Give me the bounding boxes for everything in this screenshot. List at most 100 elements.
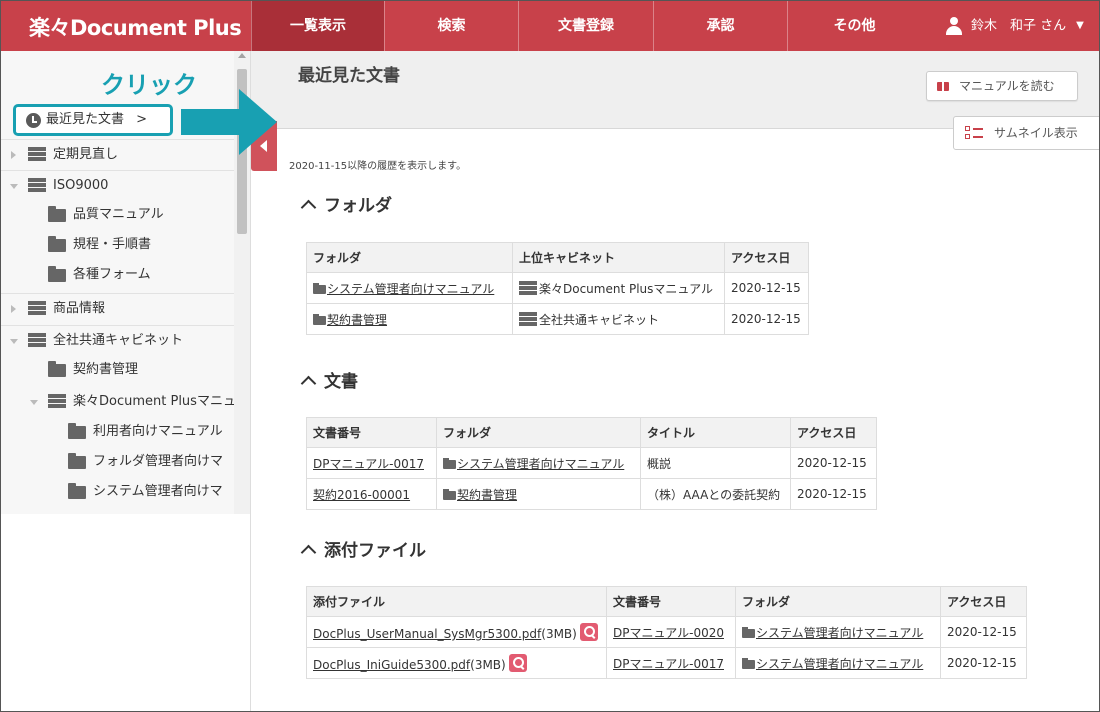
- tree-item-product-info[interactable]: 商品情報: [1, 293, 234, 323]
- folder-icon: [68, 483, 86, 499]
- folder-icon: [742, 657, 755, 669]
- folder-link[interactable]: 契約書管理: [327, 313, 387, 327]
- thumbnail-list-icon: [965, 126, 983, 141]
- tree-item-quality-manual[interactable]: 品質マニュアル: [1, 200, 234, 230]
- tab-register-document[interactable]: 文書登録: [518, 1, 653, 51]
- expand-arrow-icon[interactable]: [11, 151, 16, 159]
- column-header[interactable]: 文書番号: [306, 417, 437, 448]
- folder-link[interactable]: システム管理者向けマニュアル: [327, 282, 494, 296]
- folder-icon: [313, 313, 326, 325]
- access-date: 2020-12-15: [940, 616, 1027, 648]
- folder-link[interactable]: システム管理者向けマニュアル: [457, 457, 624, 471]
- tree-item-label: 利用者向けマニュアル: [93, 424, 223, 439]
- annotation-arrow-icon: [181, 89, 277, 155]
- column-header[interactable]: アクセス日: [790, 417, 877, 448]
- tree-item-label: 契約書管理: [73, 362, 139, 377]
- tree-item-label: システム管理者向けマ: [93, 484, 223, 499]
- document-number-link[interactable]: DPマニュアル-0017: [613, 657, 724, 671]
- table-row: DocPlus_IniGuide5300.pdf(3MB) DPマニュアル-00…: [306, 647, 1027, 679]
- document-number-link[interactable]: DPマニュアル-0020: [613, 626, 724, 640]
- parent-cabinet: 楽々Document Plusマニュアル: [539, 281, 714, 296]
- tree-item-forms[interactable]: 各種フォーム: [1, 260, 234, 290]
- recent-documents-button[interactable]: 最近見た文書 >: [13, 104, 173, 136]
- tree-item-system-admin-manual[interactable]: システム管理者向けマ: [1, 477, 234, 507]
- scroll-up-arrow-icon[interactable]: [238, 53, 246, 58]
- column-header[interactable]: フォルダ: [735, 586, 941, 617]
- cabinet-icon: [48, 394, 66, 409]
- column-header[interactable]: フォルダ: [306, 242, 513, 273]
- collapse-arrow-icon[interactable]: [10, 339, 18, 344]
- blank-panel: [907, 401, 1055, 514]
- user-icon: [945, 17, 963, 35]
- collapse-arrow-icon[interactable]: [10, 184, 18, 189]
- table-row: システム管理者向けマニュアル 楽々Document Plusマニュアル 2020…: [306, 272, 809, 304]
- documents-heading: 文書: [324, 372, 358, 392]
- column-header[interactable]: フォルダ: [436, 417, 641, 448]
- file-size: (3MB): [470, 658, 506, 672]
- folder-link[interactable]: システム管理者向けマニュアル: [756, 657, 923, 671]
- column-header[interactable]: 添付ファイル: [306, 586, 607, 617]
- tab-search[interactable]: 検索: [384, 1, 518, 51]
- column-header[interactable]: アクセス日: [940, 586, 1027, 617]
- folders-section-header[interactable]: フォルダ: [299, 191, 392, 216]
- tree-item-label: フォルダ管理者向けマ: [93, 454, 224, 469]
- tree-item-label: 各種フォーム: [73, 267, 151, 282]
- attachments-section-header[interactable]: 添付ファイル: [299, 536, 426, 561]
- table-row: 契約書管理 全社共通キャビネット 2020-12-15: [306, 303, 809, 335]
- tree-item-folder-admin-manual[interactable]: フォルダ管理者向けマ: [1, 447, 234, 477]
- documents-section-header[interactable]: 文書: [299, 367, 358, 392]
- app-logo[interactable]: 楽々Document Plus: [29, 12, 242, 42]
- tree-item-iso9000[interactable]: ISO9000: [1, 170, 234, 200]
- document-number-link[interactable]: 契約2016-00001: [313, 488, 410, 502]
- folder-icon: [48, 361, 66, 377]
- parent-cabinet: 全社共通キャビネット: [539, 312, 660, 327]
- column-header[interactable]: タイトル: [640, 417, 791, 448]
- tree-item-label: 定期見直し: [53, 147, 119, 162]
- tree-item-rules-procedures[interactable]: 規程・手順書: [1, 230, 234, 260]
- preview-zoom-icon[interactable]: [508, 654, 527, 672]
- top-navigation-bar: 楽々Document Plus 一覧表示 検索 文書登録 承認 その他 鈴木 和…: [1, 1, 1099, 51]
- documents-table: 文書番号 フォルダ タイトル アクセス日 DPマニュアル-0017 システム管理…: [306, 417, 877, 510]
- expand-arrow-icon[interactable]: [11, 305, 16, 313]
- attachment-link[interactable]: DocPlus_UserManual_SysMgr5300.pdf: [313, 627, 541, 641]
- tab-other[interactable]: その他: [787, 1, 921, 51]
- access-date: 2020-12-15: [724, 303, 809, 335]
- history-note: 2020-11-15以降の履歴を表示します。: [289, 161, 467, 172]
- folders-heading: フォルダ: [324, 196, 392, 216]
- chevron-up-icon: [300, 544, 317, 561]
- folder-icon: [742, 626, 755, 638]
- tree-item-contract-management[interactable]: 契約書管理: [1, 355, 234, 385]
- tree-item-company-cabinet[interactable]: 全社共通キャビネット: [1, 325, 234, 355]
- tree-item-docplus-manual[interactable]: 楽々Document Plusマニュ: [1, 387, 234, 417]
- cabinet-icon: [28, 301, 46, 316]
- attachment-link[interactable]: DocPlus_IniGuide5300.pdf: [313, 658, 470, 672]
- file-size: (3MB): [541, 627, 577, 641]
- read-manual-button[interactable]: マニュアルを読む: [926, 71, 1078, 101]
- column-header[interactable]: アクセス日: [724, 242, 809, 273]
- chevron-up-icon: [300, 199, 317, 216]
- column-header[interactable]: 文書番号: [606, 586, 736, 617]
- book-icon: [937, 82, 949, 91]
- thumbnail-view-button[interactable]: サムネイル表示: [953, 116, 1099, 150]
- user-name: 鈴木 和子 さん: [971, 18, 1067, 34]
- document-title: （株）AAAとの委託契約: [640, 478, 791, 510]
- access-date: 2020-12-15: [790, 447, 877, 479]
- tree-item-label: 商品情報: [53, 301, 106, 316]
- user-menu[interactable]: 鈴木 和子 さん ▼: [945, 1, 1084, 51]
- document-number-link[interactable]: DPマニュアル-0017: [313, 457, 424, 471]
- read-manual-label: マニュアルを読む: [959, 79, 1055, 93]
- cabinet-icon: [28, 333, 46, 348]
- column-header[interactable]: 上位キャビネット: [512, 242, 725, 273]
- table-row: 契約2016-00001 契約書管理 （株）AAAとの委託契約 2020-12-…: [306, 478, 877, 510]
- preview-zoom-icon[interactable]: [579, 623, 598, 641]
- folder-icon: [48, 206, 66, 222]
- tab-list-view[interactable]: 一覧表示: [251, 1, 384, 51]
- folder-link[interactable]: システム管理者向けマニュアル: [756, 626, 923, 640]
- clock-icon: [26, 113, 41, 128]
- tree-item-user-manual[interactable]: 利用者向けマニュアル: [1, 417, 234, 447]
- tab-approval[interactable]: 承認: [653, 1, 787, 51]
- tree-item-label: 全社共通キャビネット: [53, 333, 184, 348]
- folder-link[interactable]: 契約書管理: [457, 488, 517, 502]
- cabinet-icon: [519, 311, 537, 326]
- collapse-arrow-icon[interactable]: [30, 400, 38, 405]
